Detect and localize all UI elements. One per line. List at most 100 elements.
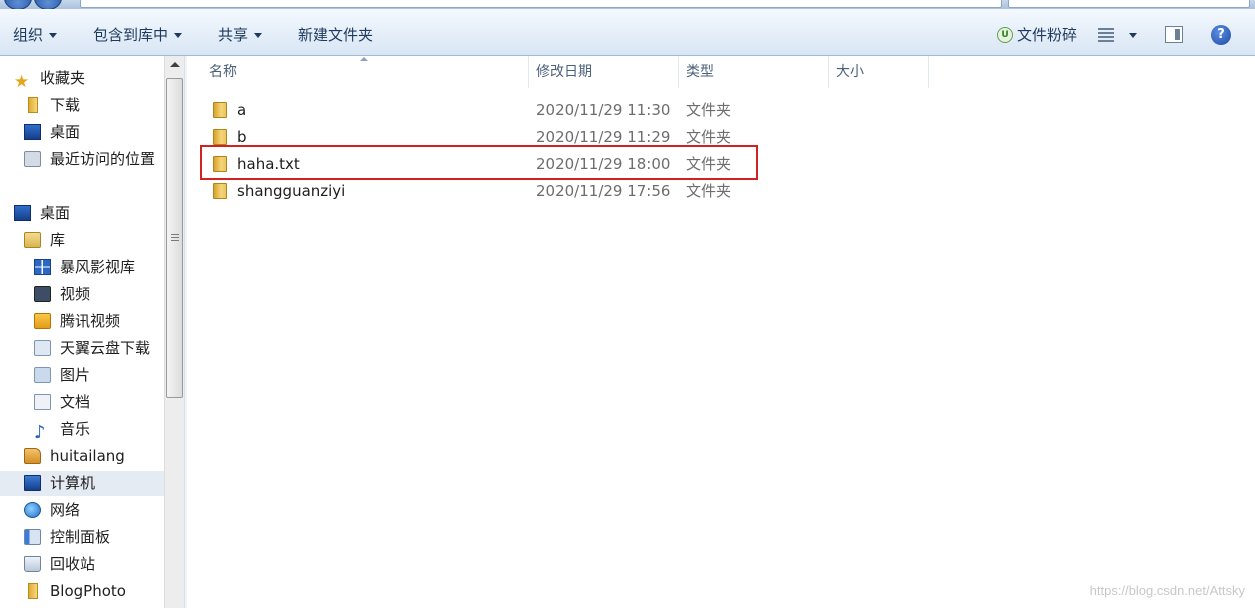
folder-icon bbox=[213, 102, 227, 118]
music-icon bbox=[34, 421, 51, 437]
baofeng-library-icon bbox=[34, 259, 51, 275]
nav-label: 最近访问的位置 bbox=[50, 150, 156, 168]
nav-item-desktop[interactable]: 桌面 bbox=[14, 201, 164, 226]
column-header-type[interactable]: 类型 bbox=[686, 56, 714, 88]
recycle-bin-icon bbox=[24, 556, 41, 572]
nav-item-documents[interactable]: 文档 bbox=[34, 390, 164, 415]
address-bar-strip bbox=[0, 0, 1255, 10]
nav-item-music[interactable]: 音乐 bbox=[34, 417, 164, 442]
watermark: https://blog.csdn.net/Attsky bbox=[1089, 583, 1245, 598]
nav-item-videos[interactable]: 视频 bbox=[34, 282, 164, 307]
nav-item-blogphoto[interactable]: BlogPhoto bbox=[24, 579, 164, 604]
command-toolbar: 组织 包含到库中 共享 新建文件夹 U 文件粉碎 ? bbox=[0, 9, 1255, 56]
nav-item-computer[interactable]: 计算机 bbox=[0, 471, 164, 496]
file-type: 文件夹 bbox=[686, 101, 732, 119]
shred-icon: U bbox=[997, 26, 1013, 43]
desktop-icon bbox=[24, 124, 41, 140]
table-row[interactable]: a 2020/11/29 11:30 文件夹 bbox=[187, 97, 927, 124]
network-icon bbox=[24, 502, 41, 518]
tencent-video-icon bbox=[34, 313, 51, 329]
nav-item-pictures[interactable]: 图片 bbox=[34, 363, 164, 388]
column-separator[interactable] bbox=[678, 56, 679, 88]
video-library-icon bbox=[34, 286, 51, 302]
organize-label: 组织 bbox=[13, 26, 44, 44]
documents-icon bbox=[34, 394, 51, 410]
column-separator[interactable] bbox=[528, 56, 529, 88]
nav-item-tencent-video[interactable]: 腾讯视频 bbox=[34, 309, 164, 334]
nav-item-network[interactable]: 网络 bbox=[24, 498, 164, 523]
column-separator[interactable] bbox=[828, 56, 829, 88]
nav-label: 音乐 bbox=[60, 420, 91, 438]
include-library-button[interactable]: 包含到库中 bbox=[93, 9, 183, 55]
recent-places-icon bbox=[24, 151, 41, 167]
table-row[interactable]: shangguanziyi 2020/11/29 17:56 文件夹 bbox=[187, 178, 927, 205]
navigation-pane: 收藏夹 下载 桌面 最近访问的位置 桌面 库 暴风影视库 视频 腾讯视频 天翼云… bbox=[0, 56, 164, 608]
column-header-name[interactable]: 名称 bbox=[209, 56, 237, 88]
share-button[interactable]: 共享 bbox=[218, 9, 263, 55]
nav-item-desktop-favorite[interactable]: 桌面 bbox=[24, 120, 164, 145]
nav-label: 腾讯视频 bbox=[60, 312, 121, 330]
nav-item-favorites[interactable]: 收藏夹 bbox=[14, 66, 164, 91]
folder-icon bbox=[28, 583, 38, 599]
nav-item-tianyi-cloud[interactable]: 天翼云盘下载 bbox=[34, 336, 164, 361]
nav-item-libraries[interactable]: 库 bbox=[24, 228, 164, 253]
nav-label: 视频 bbox=[60, 285, 91, 303]
file-type: 文件夹 bbox=[686, 182, 732, 200]
new-folder-label: 新建文件夹 bbox=[298, 26, 374, 44]
computer-icon bbox=[24, 475, 41, 491]
view-dropdown-chevron-icon[interactable] bbox=[1129, 33, 1137, 38]
column-separator[interactable] bbox=[928, 56, 929, 88]
cloud-download-icon bbox=[34, 340, 51, 356]
nav-label: 回收站 bbox=[50, 555, 96, 573]
scroll-up-arrow-icon[interactable] bbox=[170, 62, 180, 67]
nav-item-baofeng[interactable]: 暴风影视库 bbox=[34, 255, 164, 280]
include-library-label: 包含到库中 bbox=[93, 26, 169, 44]
column-header-modified[interactable]: 修改日期 bbox=[536, 56, 592, 88]
organize-button[interactable]: 组织 bbox=[13, 9, 58, 55]
new-folder-button[interactable]: 新建文件夹 bbox=[298, 9, 373, 55]
control-panel-icon bbox=[24, 529, 41, 545]
nav-item-user-folder[interactable]: huitailang bbox=[24, 444, 164, 469]
nav-label: 桌面 bbox=[50, 123, 81, 141]
download-folder-icon bbox=[28, 97, 38, 113]
scroll-thumb[interactable] bbox=[166, 78, 183, 398]
file-shred-label: 文件粉碎 bbox=[1017, 26, 1078, 44]
chevron-down-icon bbox=[254, 33, 263, 38]
star-icon bbox=[14, 70, 31, 86]
folder-icon bbox=[213, 183, 227, 199]
nav-label: 桌面 bbox=[40, 204, 71, 222]
highlight-annotation-box bbox=[200, 145, 758, 180]
nav-label: 收藏夹 bbox=[40, 69, 86, 87]
chevron-down-icon bbox=[174, 33, 183, 38]
nav-label: 天翼云盘下载 bbox=[60, 339, 151, 357]
nav-item-recycle-bin[interactable]: 回收站 bbox=[24, 552, 164, 577]
file-list-pane: 名称 修改日期 类型 大小 a 2020/11/29 11:30 文件夹 b 2… bbox=[187, 56, 1255, 608]
nav-label: 控制面板 bbox=[50, 528, 111, 546]
chevron-down-icon bbox=[49, 33, 58, 38]
nav-item-downloads[interactable]: 下载 bbox=[24, 93, 164, 118]
nav-label: 图片 bbox=[60, 366, 91, 384]
folder-icon bbox=[213, 129, 227, 145]
library-icon bbox=[24, 232, 41, 248]
nav-item-control-panel[interactable]: 控制面板 bbox=[24, 525, 164, 550]
desktop-icon bbox=[14, 205, 31, 221]
preview-pane-icon[interactable] bbox=[1165, 26, 1183, 43]
nav-label: huitailang bbox=[50, 447, 125, 465]
address-input[interactable] bbox=[80, 0, 1002, 8]
file-shred-button[interactable]: U 文件粉碎 bbox=[997, 9, 1077, 55]
nav-label: BlogPhoto bbox=[50, 582, 126, 600]
nav-pane-scrollbar[interactable] bbox=[164, 56, 184, 608]
nav-item-recent-places[interactable]: 最近访问的位置 bbox=[24, 147, 164, 172]
view-options-icon[interactable] bbox=[1098, 28, 1114, 42]
column-header-size[interactable]: 大小 bbox=[836, 56, 864, 88]
nav-label: 库 bbox=[50, 231, 66, 249]
file-modified: 2020/11/29 17:56 bbox=[536, 182, 671, 200]
help-icon[interactable]: ? bbox=[1211, 25, 1231, 45]
pictures-icon bbox=[34, 367, 51, 383]
nav-label: 暴风影视库 bbox=[60, 258, 136, 276]
nav-label: 网络 bbox=[50, 501, 81, 519]
user-folder-icon bbox=[24, 448, 41, 464]
nav-label: 计算机 bbox=[50, 474, 96, 492]
search-input[interactable] bbox=[1008, 0, 1250, 8]
share-label: 共享 bbox=[218, 26, 249, 44]
